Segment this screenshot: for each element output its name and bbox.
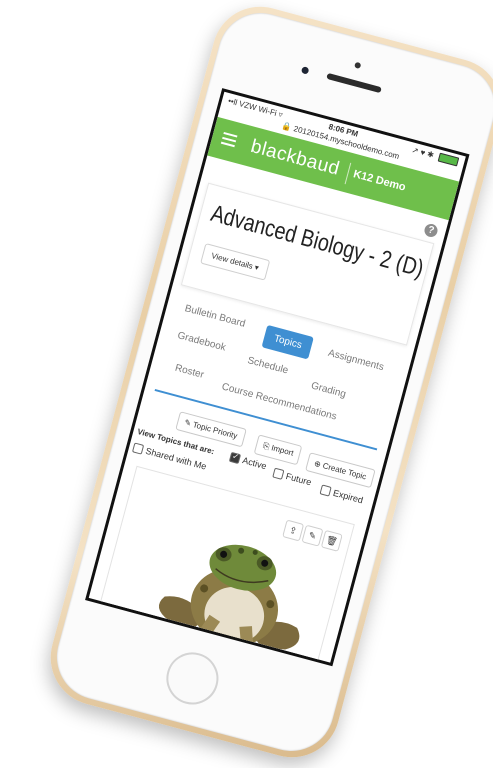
phone-screen: ••ll VZW Wi-Fi ▿ 8:06 PM 🔒 20120154.mysc…	[85, 88, 470, 667]
frog-image	[155, 544, 300, 667]
phone-face: ••ll VZW Wi-Fi ▿ 8:06 PM 🔒 20120154.mysc…	[47, 3, 493, 761]
earpiece-speaker	[326, 72, 382, 94]
future-checkbox[interactable]	[272, 467, 285, 480]
tab-gradebook[interactable]: Gradebook	[176, 330, 227, 353]
pencil-icon[interactable]: ✎	[301, 524, 324, 547]
tab-schedule[interactable]: Schedule	[246, 355, 289, 376]
hamburger-menu-icon[interactable]	[220, 132, 238, 150]
help-icon[interactable]: ?	[423, 222, 439, 239]
front-camera-icon	[300, 66, 310, 75]
product-name: K12 Demo	[351, 168, 408, 194]
tab-topics[interactable]: Topics	[261, 324, 315, 360]
filter-active-label: Active	[241, 455, 268, 472]
proximity-sensor	[354, 61, 362, 70]
shared-checkbox[interactable]	[132, 442, 145, 455]
tab-bulletin-board[interactable]: Bulletin Board	[184, 303, 247, 330]
expired-checkbox[interactable]	[319, 484, 332, 497]
filter-future-label: Future	[284, 470, 313, 488]
filter-expired[interactable]: Expired	[319, 484, 364, 506]
trash-icon[interactable]: 🗑	[320, 529, 343, 552]
active-checkbox[interactable]	[228, 451, 242, 464]
home-button[interactable]	[160, 646, 225, 711]
topic-card[interactable]: ⇪ ✎ 🗑	[92, 465, 355, 667]
brand-divider	[344, 162, 352, 185]
phone-device: ••ll VZW Wi-Fi ▿ 8:06 PM 🔒 20120154.mysc…	[39, 0, 493, 768]
tab-roster[interactable]: Roster	[174, 363, 205, 381]
create-topic-button[interactable]: ⊕ Create Topic	[305, 452, 376, 489]
tab-grading[interactable]: Grading	[310, 380, 347, 400]
view-details-button[interactable]: View details ▾	[200, 243, 271, 281]
share-icon[interactable]: ⇪	[282, 519, 305, 542]
tab-assignments[interactable]: Assignments	[327, 348, 385, 373]
filter-expired-label: Expired	[332, 487, 365, 506]
